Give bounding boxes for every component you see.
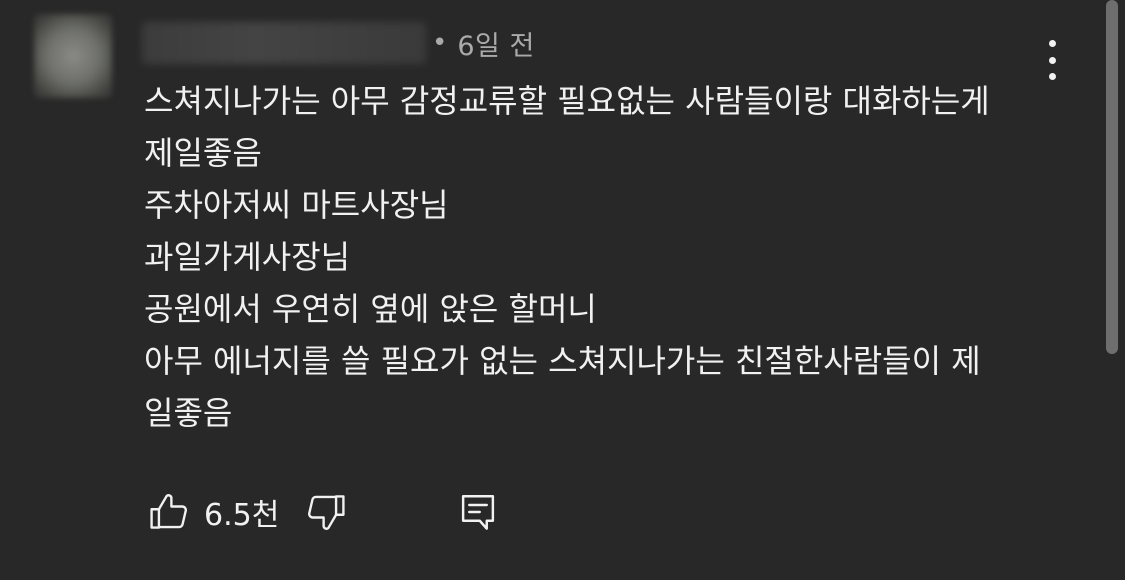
comment-line: 주차아저씨 마트사장님 — [144, 186, 449, 224]
comment-line: 아무 에너지를 쓸 필요가 없는 스쳐지나가는 친절한사람들이 제 — [144, 342, 981, 380]
scrollbar-thumb[interactable] — [1106, 0, 1118, 354]
more-vert-icon[interactable] — [1036, 40, 1068, 80]
dislike-button[interactable] — [303, 489, 349, 535]
avatar[interactable] — [34, 14, 112, 98]
comment-header: • 6일 전 — [142, 20, 535, 66]
comment-line: 공원에서 우연히 옆에 앉은 할머니 — [144, 290, 597, 328]
comment-thread: • 6일 전 스쳐지나가는 아무 감정교류할 필요없는 사람들이랑 대화하는게 … — [0, 0, 1125, 580]
comment-line: 제일좋음 — [144, 134, 262, 172]
reply-comment-icon — [462, 495, 495, 530]
comment-line: 과일가게사장님 — [144, 238, 351, 276]
reply-button[interactable] — [455, 489, 501, 535]
comment-body: 스쳐지나가는 아무 감정교류할 필요없는 사람들이랑 대화하는게 제일좋음 주차… — [144, 75, 1054, 439]
comment-line: 스쳐지나가는 아무 감정교류할 필요없는 사람들이랑 대화하는게 — [144, 82, 990, 120]
like-button[interactable] — [146, 489, 192, 535]
separator-dot: • — [432, 28, 448, 58]
author-name-redacted[interactable] — [142, 22, 426, 64]
comment-actions: 6.5천 — [146, 488, 501, 536]
comment-timestamp[interactable]: 6일 전 — [457, 24, 534, 63]
kebab-dot — [1048, 56, 1056, 64]
like-count: 6.5천 — [204, 498, 280, 533]
thumbs-down-icon — [308, 495, 345, 530]
thumbs-up-icon — [150, 494, 187, 529]
kebab-dot — [1048, 40, 1056, 47]
comment-line: 일좋음 — [144, 394, 233, 432]
